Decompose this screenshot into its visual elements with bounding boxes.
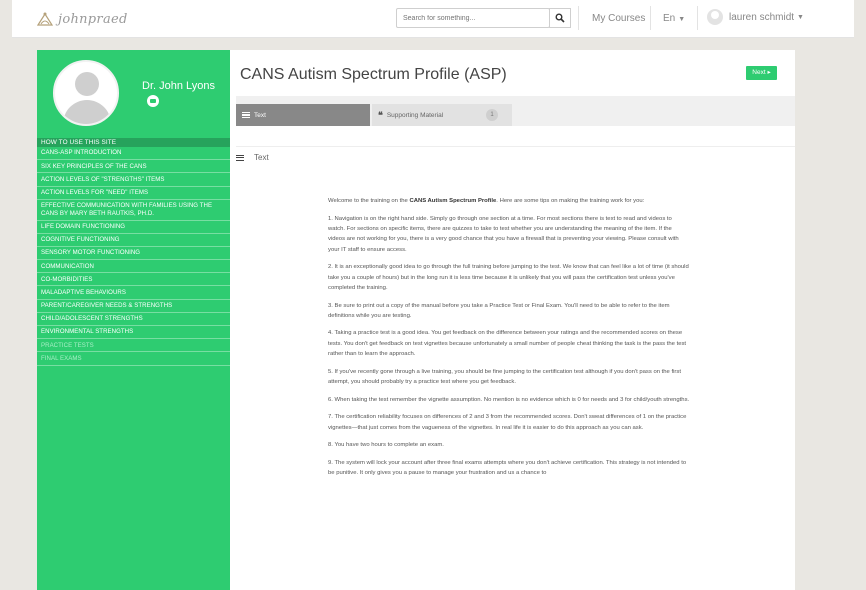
sidebar-item[interactable]: CHILD/ADOLESCENT STRENGTHS (37, 313, 230, 327)
tip-paragraph: 6. When taking the test remember the vig… (328, 396, 690, 403)
next-button[interactable]: Next ▸ (746, 66, 777, 80)
section-divider (236, 146, 795, 147)
divider (578, 6, 579, 30)
sidebar-item[interactable]: EFFECTIVE COMMUNICATION WITH FAMILIES US… (37, 200, 230, 221)
sidebar-item-final-exams[interactable]: FINAL EXAMS (37, 352, 230, 366)
course-sidebar: Dr. John Lyons HOW TO USE THIS SITE CANS… (37, 50, 230, 590)
content-tabs: Text ❝ Supporting Material 1 (236, 96, 795, 126)
tip-paragraph: 1. Navigation is on the right hand side.… (328, 215, 679, 253)
sidebar-item[interactable]: LIFE DOMAIN FUNCTIONING (37, 221, 230, 234)
tab-supporting-label: Supporting Material (386, 111, 444, 119)
user-menu[interactable]: lauren schmidt ▼ (707, 9, 804, 25)
quote-icon: ❝ (378, 109, 383, 120)
search-input[interactable] (396, 8, 550, 28)
main-content: CANS Autism Spectrum Profile (ASP) Next … (230, 50, 795, 590)
instructor-name: Dr. John Lyons (142, 80, 215, 92)
tip-paragraph: 3. Be sure to print out a copy of the ma… (328, 302, 670, 319)
tip-paragraph: 8. You have two hours to complete an exa… (328, 442, 444, 449)
intro-text: . Here are some tips on making the train… (496, 198, 645, 204)
section-label: Text (254, 153, 269, 162)
chevron-down-icon: ▼ (678, 16, 686, 23)
instructor-profile: Dr. John Lyons (37, 50, 230, 138)
page-title: CANS Autism Spectrum Profile (ASP) (240, 66, 507, 83)
crest-icon (36, 12, 54, 26)
sidebar-menu: CANS-ASP INTRODUCTION SIX KEY PRINCIPLES… (37, 147, 230, 366)
user-avatar (707, 9, 723, 25)
divider (650, 6, 651, 30)
sidebar-item[interactable]: COGNITIVE FUNCTIONING (37, 234, 230, 247)
divider (697, 6, 698, 30)
logo-wordmark: johnpraed (58, 11, 128, 27)
top-header: johnpraed My Courses En▼ lauren schmidt▼ (12, 0, 854, 38)
sidebar-item[interactable]: ACTION LEVELS FOR "NEED" ITEMS (37, 187, 230, 200)
section-heading: Text (236, 153, 269, 162)
my-courses-link[interactable]: My Courses (592, 13, 645, 24)
next-label: Next (752, 69, 766, 76)
chevron-right-icon: ▸ (765, 69, 771, 76)
sidebar-item[interactable]: CANS-ASP INTRODUCTION (37, 147, 230, 161)
article-body: Welcome to the training on the CANS Auti… (328, 196, 690, 486)
intro-text: Welcome to the training on the (328, 198, 410, 204)
tip-paragraph: 4. Taking a practice test is a good idea… (328, 330, 687, 358)
user-name: lauren schmidt (729, 11, 795, 23)
language-label: En (663, 13, 676, 24)
tab-text[interactable]: Text (236, 104, 370, 126)
text-lines-icon (242, 112, 250, 118)
sidebar-item-practice-tests[interactable]: PRACTICE TESTS (37, 339, 230, 353)
site-logo[interactable]: johnpraed (36, 9, 128, 29)
instructor-avatar (53, 60, 119, 126)
sidebar-item[interactable]: SIX KEY PRINCIPLES OF THE CANS (37, 160, 230, 174)
chevron-down-icon: ▼ (797, 13, 804, 21)
language-dropdown[interactable]: En ▼ (663, 13, 685, 24)
text-lines-icon (236, 154, 244, 161)
message-icon[interactable] (147, 95, 159, 107)
tab-text-label: Text (254, 111, 266, 119)
sidebar-item[interactable]: ACTION LEVELS OF "STRENGTHS" ITEMS (37, 173, 230, 187)
tip-paragraph: 7. The certification reliability focuses… (328, 414, 687, 431)
tip-paragraph: 2. It is an exceptionally good idea to g… (328, 264, 689, 291)
search-icon (555, 13, 565, 23)
sidebar-item[interactable]: CO-MORBIDITIES (37, 273, 230, 287)
intro-emphasis: CANS Autism Spectrum Profile (409, 198, 497, 204)
sidebar-item[interactable]: COMMUNICATION (37, 260, 230, 274)
tab-supporting-material[interactable]: ❝ Supporting Material 1 (372, 104, 512, 126)
tip-paragraph: 9. The system will lock your account aft… (328, 459, 687, 477)
intro-paragraph: Welcome to the training on the CANS Auti… (328, 196, 690, 206)
search-button[interactable] (549, 8, 571, 28)
count-badge: 1 (486, 109, 498, 121)
sidebar-item[interactable]: MALADAPTIVE BEHAVIOURS (37, 286, 230, 300)
sidebar-item-how-to-use[interactable]: HOW TO USE THIS SITE (37, 138, 230, 147)
sidebar-item[interactable]: SENSORY MOTOR FUNCTIONING (37, 247, 230, 261)
sidebar-item[interactable]: ENVIRONMENTAL STRENGTHS (37, 326, 230, 340)
sidebar-item[interactable]: PARENT/CAREGIVER NEEDS & STRENGTHS (37, 300, 230, 313)
tip-paragraph: 5. If you've recently gone through a liv… (328, 368, 681, 386)
